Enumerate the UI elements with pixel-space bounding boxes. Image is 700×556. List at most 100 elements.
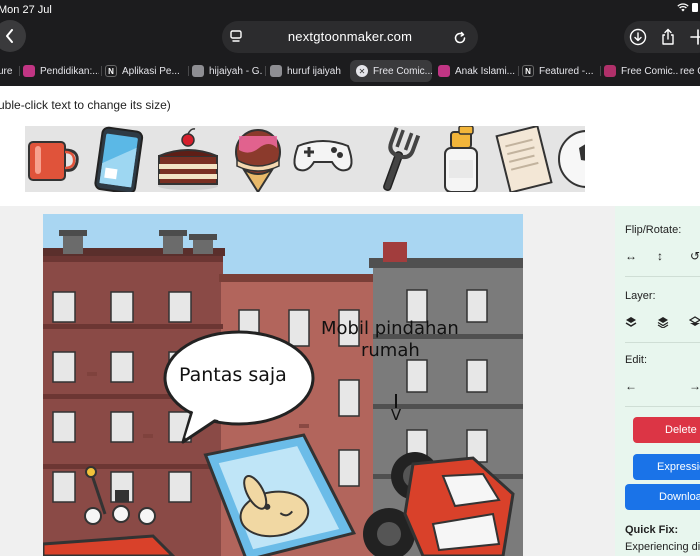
comic-canvas[interactable]: Pantas saja Mobil pindahan rumah V [43,214,523,556]
sidebar-divider [625,276,700,277]
quick-fix-title: Quick Fix: [625,524,679,536]
tab-7[interactable]: N Featured -... [522,60,598,82]
layers-icon [657,317,669,328]
share-button[interactable] [658,27,678,47]
tab-separator [265,66,266,76]
status-bar: Mon 27 Jul [0,0,700,18]
cake-prop-icon[interactable] [155,126,221,192]
mug-prop-icon[interactable] [25,126,85,192]
page-favicon-icon [270,65,282,77]
close-tab-icon[interactable]: ✕ [356,65,368,77]
tab-1[interactable]: Pendidikan:... [23,60,99,82]
reload-button[interactable] [450,28,470,48]
arrow-right-icon[interactable]: → [687,378,700,394]
comic-favicon-icon [604,65,616,77]
browser-chrome: Mon 27 Jul nextgtoonmaker.com ure Pendid… [0,0,700,86]
tab-label: Aplikasi Pe... [122,65,180,77]
status-time: Mon 27 Jul [0,4,52,16]
quick-fix-text: Experiencing di [625,541,700,553]
tab-separator [101,66,102,76]
tab-bar: ure Pendidikan:... N Aplikasi Pe... hija… [0,58,700,84]
tab-label: Free Comic... [373,65,432,77]
caption-line-1[interactable]: Mobil pindahan [321,318,459,339]
chevron-left-icon [6,29,13,43]
tab-4[interactable]: huruf ijaiyah [270,60,344,82]
layer-bring-forward-icon[interactable] [623,314,639,330]
tab-separator [188,66,189,76]
tab-separator [518,66,519,76]
download-circle-icon [629,28,647,46]
speech-bubble-text[interactable]: Pantas saja [179,364,287,386]
sidebar-divider [625,342,700,343]
flip-vertical-icon[interactable]: ↕ [652,248,668,264]
prop-picker-strip [25,126,585,192]
layers-icon [625,317,637,327]
share-icon [662,28,674,45]
tab-label: Anak Islami... [455,65,516,77]
url-text[interactable]: nextgtoonmaker.com [222,29,478,44]
tab-label: huruf ijaiyah [287,65,341,77]
caption-arrow[interactable]: V [389,394,403,424]
tab-5-active[interactable]: ✕ Free Comic... [350,60,432,82]
tab-8[interactable]: Free Comic... [604,60,678,82]
download-button[interactable]: Download [625,484,700,510]
caption-line-2[interactable]: rumah [361,340,420,361]
tab-label: ure [0,65,13,77]
page-content: uble-click text to change its size) Pant… [0,86,700,556]
tab-label: Free Comic... [621,65,678,77]
edit-label: Edit: [625,354,648,366]
layer-send-back-icon[interactable] [687,314,700,330]
rotate-left-icon[interactable]: ↺ [687,248,700,264]
tab-separator [600,66,601,76]
download-button-label: Download [659,491,700,503]
paper-prop-icon[interactable] [495,126,555,192]
tab-0[interactable]: ure [0,60,20,82]
tool-sidebar: Flip/Rotate: ↔ ↕ ↺ Layer: Edit: ← → Dele… [615,206,700,556]
back-button[interactable] [0,20,26,52]
flip-rotate-label: Flip/Rotate: [625,224,682,236]
fork-prop-icon[interactable] [370,126,426,192]
tab-3[interactable]: hijaiyah - G... [192,60,262,82]
delete-button-label: Delete [665,424,697,436]
caption-arrow-head: V [390,406,402,424]
page-favicon-icon [192,65,204,77]
instagram-favicon-icon [23,65,35,77]
ice-cream-prop-icon[interactable] [225,126,291,192]
tab-label: Pendidikan:... [40,65,99,77]
bottle-prop-icon[interactable] [433,126,489,192]
address-bar[interactable]: nextgtoonmaker.com [222,21,478,53]
delete-button[interactable]: Delete [633,417,700,443]
layers-icon [689,316,700,326]
tab-6[interactable]: Anak Islami... [438,60,516,82]
toolbar-right-group [624,21,700,53]
ball-prop-icon[interactable] [557,126,585,192]
battery-icon [692,3,698,12]
notion-favicon-icon: N [105,65,117,77]
plus-icon [690,29,700,45]
arrow-left-icon[interactable]: ← [623,378,639,394]
download-manager-button[interactable] [628,27,648,47]
new-tab-button[interactable] [688,27,700,47]
status-indicators [677,3,698,12]
tab-label: ree C [680,65,700,77]
page-menu-icon [230,30,242,42]
reload-icon [454,31,466,44]
expression-button[interactable]: Expression [633,454,700,480]
layer-label: Layer: [625,290,656,302]
tab-label: hijaiyah - G... [209,65,262,77]
phone-prop-icon[interactable] [91,126,155,192]
game-controller-prop-icon[interactable] [290,126,356,192]
tab-separator [19,66,20,76]
flip-horizontal-icon[interactable]: ↔ [623,248,639,264]
resize-hint-text: uble-click text to change its size) [0,98,171,112]
tab-label: Featured -... [539,65,594,77]
sidebar-divider [625,406,700,407]
tab-9[interactable]: ree C [680,60,700,82]
wifi-icon [677,3,689,12]
layer-bring-front-icon[interactable] [655,314,671,330]
expression-button-label: Expression [657,461,700,473]
notion-favicon-icon: N [522,65,534,77]
page-menu-button[interactable] [224,24,248,48]
instagram-favicon-icon [438,65,450,77]
tab-2[interactable]: N Aplikasi Pe... [105,60,185,82]
